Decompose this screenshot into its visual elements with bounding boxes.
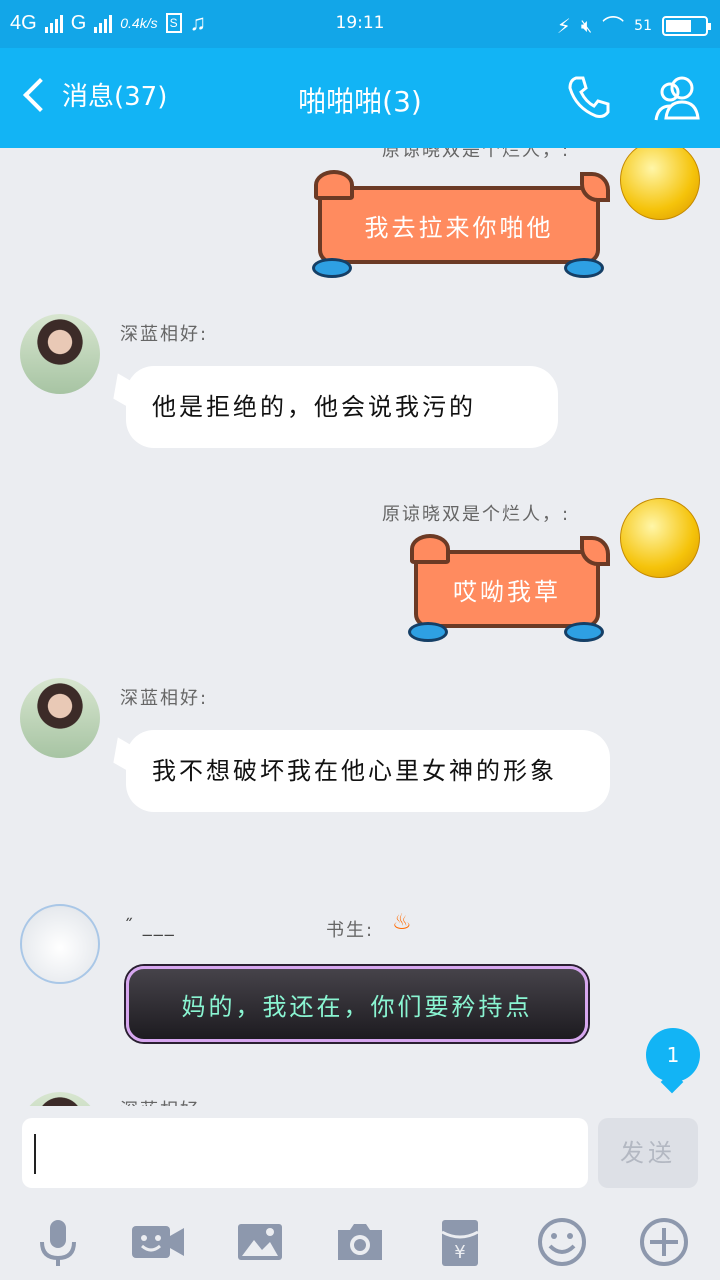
message-bubble-fish[interactable]: 哎呦我草: [408, 534, 610, 642]
emoji-icon[interactable]: [534, 1214, 590, 1270]
red-packet-icon[interactable]: ¥: [432, 1214, 488, 1270]
unread-badge[interactable]: 1: [646, 1028, 700, 1082]
battery-icon: [662, 16, 711, 36]
message-text: 我去拉来你啪他: [364, 213, 554, 242]
text-caret: [34, 1134, 36, 1174]
avatar[interactable]: [20, 1092, 100, 1106]
charging-icon: ⚡: [556, 14, 571, 38]
message-bubble[interactable]: 他是拒绝的，他会说我污的: [113, 366, 558, 448]
status-bar: 4G G 0.4k/s S ♫ 19:11 ⚡ 🔇︎ ⌒ 51: [0, 0, 720, 48]
sender-name: 原谅晓双是个烂人，:: [382, 148, 571, 161]
avatar[interactable]: [20, 678, 100, 758]
sender-name: 原谅晓双是个烂人，:: [382, 504, 571, 525]
microphone-icon[interactable]: [30, 1214, 86, 1270]
avatar[interactable]: [20, 314, 100, 394]
message-text: 妈的，我还在，你们要矜持点: [181, 992, 533, 1021]
svg-text:¥: ¥: [454, 1242, 465, 1263]
plus-icon[interactable]: [636, 1214, 692, 1270]
sender-prefix: ˝ ___: [124, 916, 176, 937]
wifi-icon: ⌒: [602, 16, 625, 41]
camera-icon[interactable]: [332, 1214, 388, 1270]
message-bubble-dark[interactable]: 妈的，我还在，你们要矜持点: [126, 966, 588, 1042]
message-bubble-fish[interactable]: 我去拉来你啪他: [312, 170, 610, 278]
battery-percent: 51: [634, 18, 652, 34]
message-text: 哎呦我草: [453, 577, 561, 606]
mute-icon: 🔇︎: [580, 15, 593, 37]
group-icon[interactable]: [650, 70, 706, 126]
status-right: ⚡ 🔇︎ ⌒ 51: [556, 10, 711, 42]
image-icon[interactable]: [232, 1214, 288, 1270]
sender-name: 深蓝相好:: [120, 1096, 208, 1106]
message-input[interactable]: [22, 1118, 588, 1188]
message-text: 我不想破坏我在他心里女神的形象: [152, 757, 557, 785]
chat-title: 啪啪啪(3): [298, 85, 422, 118]
phone-icon[interactable]: [566, 74, 612, 120]
avatar[interactable]: [620, 498, 700, 578]
sender-name: 深蓝相好:: [120, 324, 209, 345]
chat-header: 消息(37) 啪啪啪(3): [0, 48, 720, 148]
message-bubble[interactable]: 我不想破坏我在他心里女神的形象: [113, 730, 610, 812]
input-toolbar: ¥: [0, 1206, 720, 1280]
sender-name: 深蓝相好:: [120, 688, 209, 709]
sender-name: 书生:: [326, 920, 375, 941]
message-list[interactable]: 原谅晓双是个烂人，: 我去拉来你啪他 深蓝相好: 他是拒绝的，他会说我污的 原谅…: [0, 148, 720, 1106]
avatar[interactable]: [620, 148, 700, 220]
avatar[interactable]: [20, 904, 100, 984]
video-icon[interactable]: [130, 1214, 186, 1270]
torch-icon: ♨: [392, 910, 412, 935]
message-text: 他是拒绝的，他会说我污的: [152, 393, 476, 421]
composer: 发送: [0, 1106, 720, 1206]
send-button[interactable]: 发送: [598, 1118, 698, 1188]
